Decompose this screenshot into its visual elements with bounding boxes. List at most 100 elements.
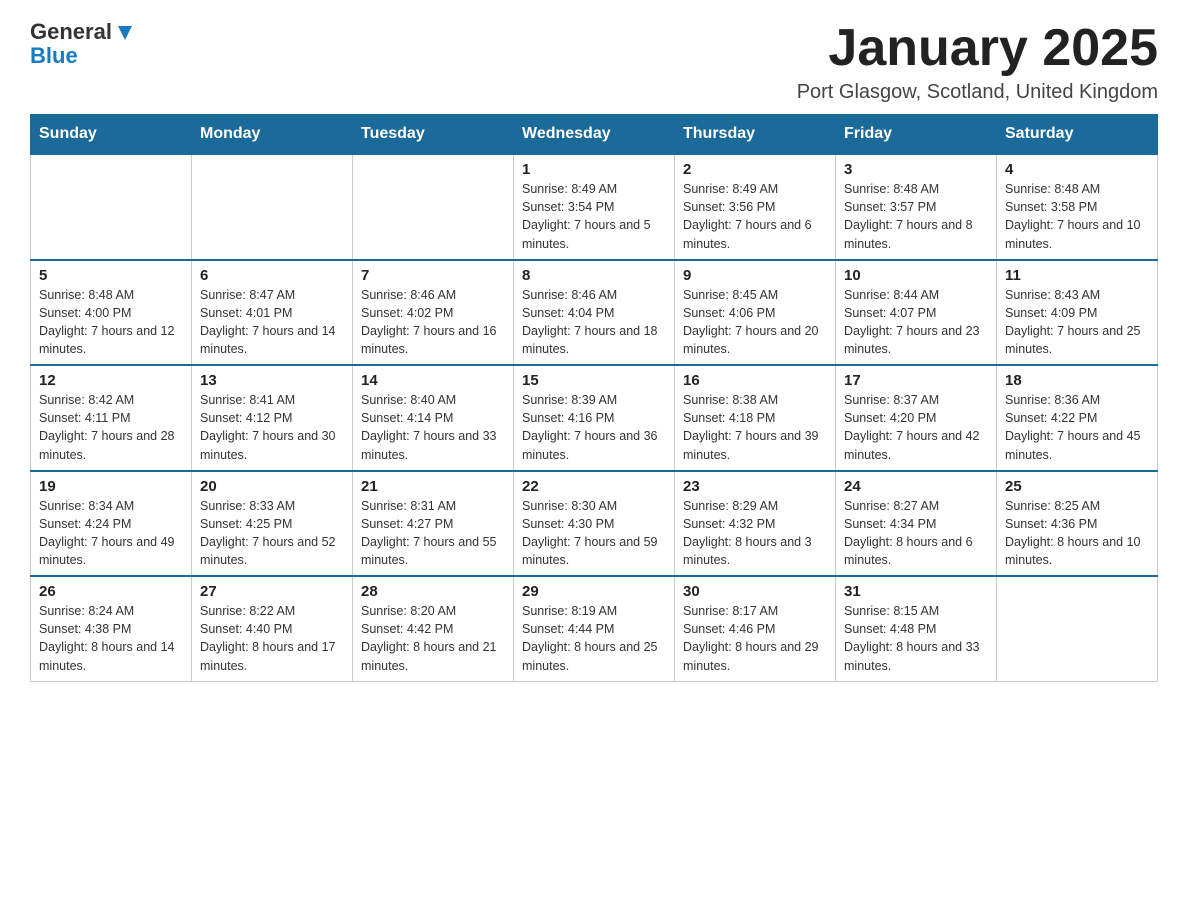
day-info: Sunrise: 8:31 AMSunset: 4:27 PMDaylight:… <box>361 497 505 570</box>
day-number: 21 <box>361 478 505 495</box>
day-info: Sunrise: 8:42 AMSunset: 4:11 PMDaylight:… <box>39 391 183 464</box>
day-info: Sunrise: 8:46 AMSunset: 4:02 PMDaylight:… <box>361 286 505 359</box>
calendar-empty-cell <box>997 576 1158 681</box>
day-info: Sunrise: 8:29 AMSunset: 4:32 PMDaylight:… <box>683 497 827 570</box>
day-info: Sunrise: 8:48 AMSunset: 4:00 PMDaylight:… <box>39 286 183 359</box>
calendar-day-5: 5 Sunrise: 8:48 AMSunset: 4:00 PMDaylight… <box>31 260 192 366</box>
day-info: Sunrise: 8:22 AMSunset: 4:40 PMDaylight:… <box>200 602 344 675</box>
day-info: Sunrise: 8:30 AMSunset: 4:30 PMDaylight:… <box>522 497 666 570</box>
calendar-day-10: 10 Sunrise: 8:44 AMSunset: 4:07 PMDayligh… <box>836 260 997 366</box>
day-number: 25 <box>1005 478 1149 495</box>
day-info: Sunrise: 8:19 AMSunset: 4:44 PMDaylight:… <box>522 602 666 675</box>
calendar-day-25: 25 Sunrise: 8:25 AMSunset: 4:36 PMDayligh… <box>997 471 1158 577</box>
calendar-day-22: 22Sunrise: 8:30 AMSunset: 4:30 PMDayligh… <box>514 471 675 577</box>
calendar-header-row: SundayMondayTuesdayWednesdayThursdayFrid… <box>31 115 1158 155</box>
day-number: 5 <box>39 267 183 284</box>
day-number: 8 <box>522 267 666 284</box>
day-number: 3 <box>844 161 988 178</box>
day-info: Sunrise: 8:49 AMSunset: 3:56 PMDaylight:… <box>683 180 827 253</box>
calendar-day-15: 15 Sunrise: 8:39 AMSunset: 4:16 PMDayligh… <box>514 365 675 471</box>
column-header-friday: Friday <box>836 115 997 155</box>
day-number: 12 <box>39 372 183 389</box>
calendar-day-6: 6 Sunrise: 8:47 AMSunset: 4:01 PMDaylight… <box>192 260 353 366</box>
day-info: Sunrise: 8:17 AMSunset: 4:46 PMDaylight:… <box>683 602 827 675</box>
day-info: Sunrise: 8:34 AMSunset: 4:24 PMDaylight:… <box>39 497 183 570</box>
column-header-monday: Monday <box>192 115 353 155</box>
calendar-day-23: 23Sunrise: 8:29 AMSunset: 4:32 PMDayligh… <box>675 471 836 577</box>
day-number: 4 <box>1005 161 1149 178</box>
day-info: Sunrise: 8:24 AMSunset: 4:38 PMDaylight:… <box>39 602 183 675</box>
day-info: Sunrise: 8:41 AMSunset: 4:12 PMDaylight:… <box>200 391 344 464</box>
day-info: Sunrise: 8:40 AMSunset: 4:14 PMDaylight:… <box>361 391 505 464</box>
column-header-sunday: Sunday <box>31 115 192 155</box>
day-info: Sunrise: 8:37 AMSunset: 4:20 PMDaylight:… <box>844 391 988 464</box>
calendar-day-30: 30 Sunrise: 8:17 AMSunset: 4:46 PMDayligh… <box>675 576 836 681</box>
calendar-day-9: 9Sunrise: 8:45 AMSunset: 4:06 PMDaylight… <box>675 260 836 366</box>
calendar-empty-cell <box>192 154 353 260</box>
day-info: Sunrise: 8:25 AMSunset: 4:36 PMDaylight:… <box>1005 497 1149 570</box>
day-info: Sunrise: 8:33 AMSunset: 4:25 PMDaylight:… <box>200 497 344 570</box>
day-number: 15 <box>522 372 666 389</box>
day-info: Sunrise: 8:15 AMSunset: 4:48 PMDaylight:… <box>844 602 988 675</box>
day-number: 27 <box>200 583 344 600</box>
column-header-thursday: Thursday <box>675 115 836 155</box>
calendar-day-24: 24 Sunrise: 8:27 AMSunset: 4:34 PMDayligh… <box>836 471 997 577</box>
day-number: 29 <box>522 583 666 600</box>
day-number: 28 <box>361 583 505 600</box>
day-info: Sunrise: 8:44 AMSunset: 4:07 PMDaylight:… <box>844 286 988 359</box>
day-info: Sunrise: 8:48 AMSunset: 3:58 PMDaylight:… <box>1005 180 1149 253</box>
calendar-title: January 2025 <box>797 20 1158 77</box>
logo: General Blue <box>30 20 136 68</box>
calendar-day-8: 8 Sunrise: 8:46 AMSunset: 4:04 PMDaylight… <box>514 260 675 366</box>
calendar-day-28: 28 Sunrise: 8:20 AMSunset: 4:42 PMDayligh… <box>353 576 514 681</box>
day-number: 17 <box>844 372 988 389</box>
calendar-day-1: 1 Sunrise: 8:49 AMSunset: 3:54 PMDaylight… <box>514 154 675 260</box>
calendar-day-18: 18Sunrise: 8:36 AMSunset: 4:22 PMDayligh… <box>997 365 1158 471</box>
column-header-tuesday: Tuesday <box>353 115 514 155</box>
page-header: General Blue January 2025 Port Glasgow, … <box>30 20 1158 104</box>
calendar-day-11: 11Sunrise: 8:43 AMSunset: 4:09 PMDayligh… <box>997 260 1158 366</box>
calendar-day-19: 19 Sunrise: 8:34 AMSunset: 4:24 PMDayligh… <box>31 471 192 577</box>
title-area: January 2025 Port Glasgow, Scotland, Uni… <box>797 20 1158 104</box>
day-info: Sunrise: 8:20 AMSunset: 4:42 PMDaylight:… <box>361 602 505 675</box>
calendar-day-26: 26 Sunrise: 8:24 AMSunset: 4:38 PMDayligh… <box>31 576 192 681</box>
day-number: 24 <box>844 478 988 495</box>
calendar-subtitle: Port Glasgow, Scotland, United Kingdom <box>797 81 1158 104</box>
day-number: 14 <box>361 372 505 389</box>
day-number: 1 <box>522 161 666 178</box>
day-info: Sunrise: 8:47 AMSunset: 4:01 PMDaylight:… <box>200 286 344 359</box>
calendar-day-20: 20 Sunrise: 8:33 AMSunset: 4:25 PMDayligh… <box>192 471 353 577</box>
day-info: Sunrise: 8:49 AMSunset: 3:54 PMDaylight:… <box>522 180 666 253</box>
day-info: Sunrise: 8:46 AMSunset: 4:04 PMDaylight:… <box>522 286 666 359</box>
day-info: Sunrise: 8:39 AMSunset: 4:16 PMDaylight:… <box>522 391 666 464</box>
calendar-day-14: 14 Sunrise: 8:40 AMSunset: 4:14 PMDayligh… <box>353 365 514 471</box>
calendar-empty-cell <box>353 154 514 260</box>
day-number: 30 <box>683 583 827 600</box>
calendar-week-row: 1 Sunrise: 8:49 AMSunset: 3:54 PMDaylight… <box>31 154 1158 260</box>
day-number: 18 <box>1005 372 1149 389</box>
day-number: 16 <box>683 372 827 389</box>
logo-text-blue: Blue <box>30 44 136 68</box>
calendar-day-21: 21 Sunrise: 8:31 AMSunset: 4:27 PMDayligh… <box>353 471 514 577</box>
day-number: 26 <box>39 583 183 600</box>
logo-arrow-icon <box>114 22 136 44</box>
calendar-day-4: 4 Sunrise: 8:48 AMSunset: 3:58 PMDaylight… <box>997 154 1158 260</box>
calendar-day-12: 12 Sunrise: 8:42 AMSunset: 4:11 PMDayligh… <box>31 365 192 471</box>
column-header-saturday: Saturday <box>997 115 1158 155</box>
day-number: 6 <box>200 267 344 284</box>
column-header-wednesday: Wednesday <box>514 115 675 155</box>
calendar-week-row: 26 Sunrise: 8:24 AMSunset: 4:38 PMDayligh… <box>31 576 1158 681</box>
calendar-week-row: 5 Sunrise: 8:48 AMSunset: 4:00 PMDaylight… <box>31 260 1158 366</box>
calendar-day-31: 31 Sunrise: 8:15 AMSunset: 4:48 PMDayligh… <box>836 576 997 681</box>
calendar-table: SundayMondayTuesdayWednesdayThursdayFrid… <box>30 114 1158 682</box>
calendar-day-27: 27 Sunrise: 8:22 AMSunset: 4:40 PMDayligh… <box>192 576 353 681</box>
calendar-day-3: 3Sunrise: 8:48 AMSunset: 3:57 PMDaylight… <box>836 154 997 260</box>
logo-text-general: General <box>30 20 112 44</box>
day-number: 20 <box>200 478 344 495</box>
day-number: 10 <box>844 267 988 284</box>
day-number: 31 <box>844 583 988 600</box>
calendar-day-2: 2Sunrise: 8:49 AMSunset: 3:56 PMDaylight… <box>675 154 836 260</box>
day-number: 19 <box>39 478 183 495</box>
calendar-day-29: 29 Sunrise: 8:19 AMSunset: 4:44 PMDayligh… <box>514 576 675 681</box>
day-info: Sunrise: 8:27 AMSunset: 4:34 PMDaylight:… <box>844 497 988 570</box>
